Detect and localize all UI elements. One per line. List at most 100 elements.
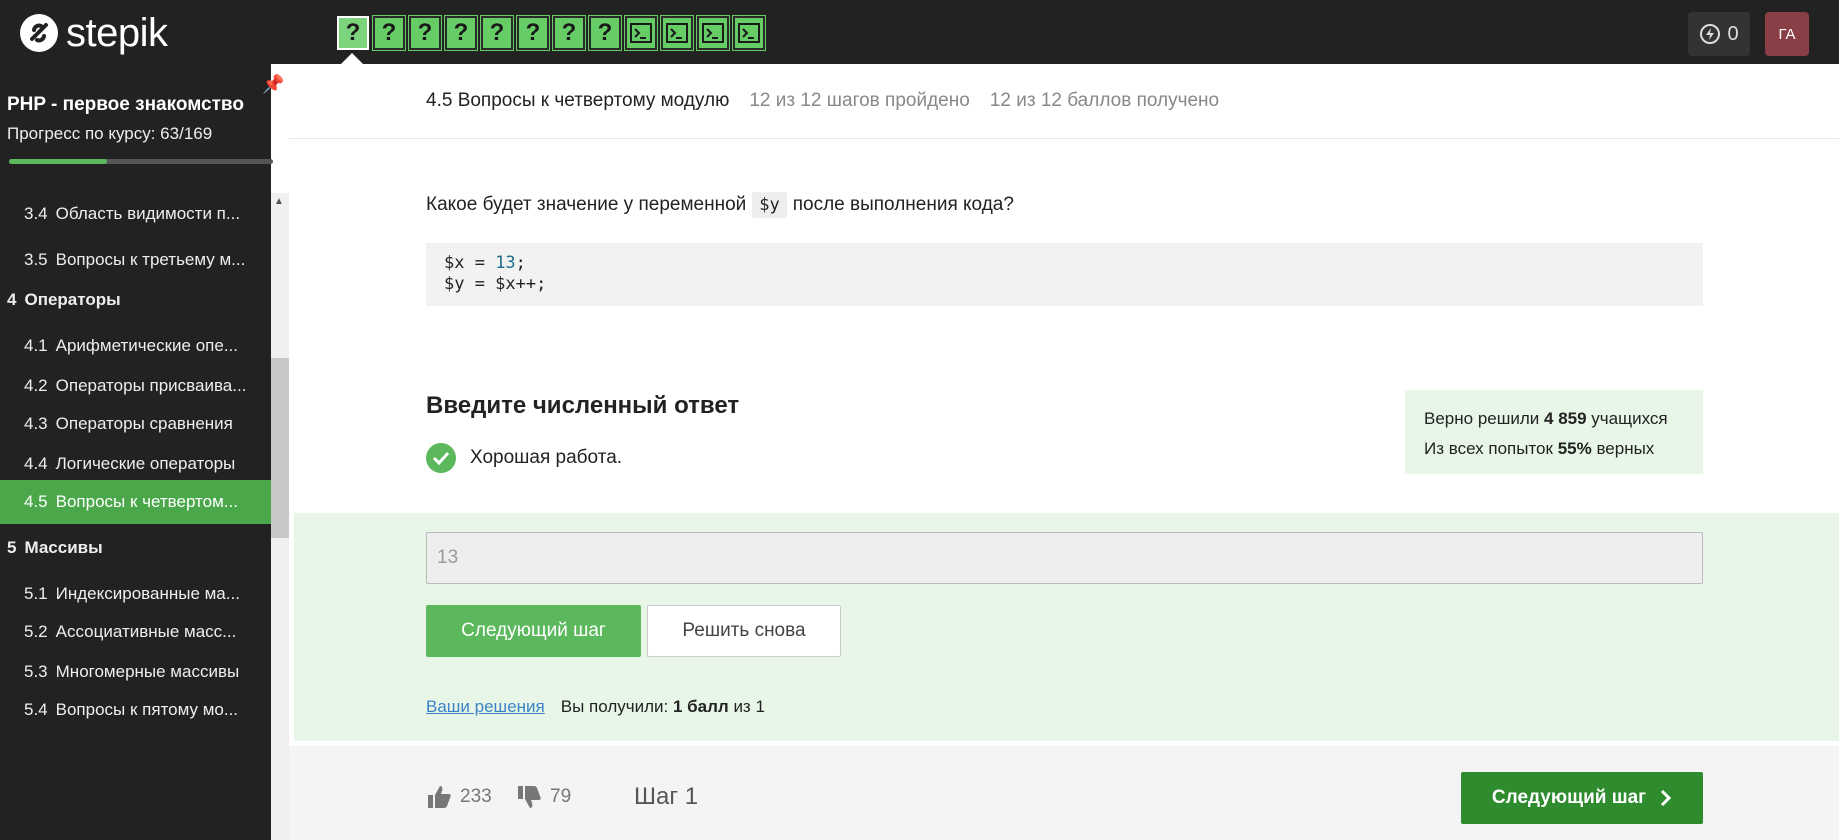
sidebar-item-3-4[interactable]: 3.4 Область видимости п... [0, 192, 271, 236]
terminal-icon [630, 23, 652, 43]
step-code-10[interactable] [660, 15, 694, 51]
course-progress-label: Прогресс по курсу: 63/169 [7, 124, 213, 143]
sidebar-item-5-2[interactable]: 5.2 Ассоциативные масс... [0, 610, 271, 654]
sidebar-item-label: Область видимости п... [55, 204, 241, 223]
sidebar-item-number: 3.5 [24, 250, 48, 269]
scrollbar-thumb[interactable] [271, 358, 289, 538]
inline-code-var: $y [752, 192, 787, 218]
code-block: $x = 13; $y = $x++; [426, 243, 1703, 306]
energy-button[interactable]: 0 [1688, 12, 1750, 56]
stats-line-attempts: Из всех попыток 55% верных [1424, 434, 1684, 464]
sidebar-item-number: 5 [7, 538, 17, 557]
your-solutions-link[interactable]: Ваши решения [426, 697, 545, 717]
sidebar-item-label: Вопросы к пятому мо... [55, 700, 239, 719]
sidebar-item-number: 4.3 [24, 414, 48, 433]
pin-icon[interactable]: 📌 [262, 74, 284, 95]
sidebar-item-number: 4.1 [24, 336, 48, 355]
stats-line1-prefix: Верно решили [1424, 409, 1540, 428]
course-progress-bar [9, 159, 273, 164]
thumbs-down-icon [518, 786, 541, 808]
solve-again-button[interactable]: Решить снова [647, 605, 841, 657]
like-button[interactable]: 233 [426, 784, 492, 810]
sidebar-section-5[interactable]: 5 Массивы [0, 526, 271, 570]
logo[interactable]: stepik [18, 12, 168, 54]
sidebar-item-label: Операторы сравнения [55, 414, 233, 433]
sidebar-item-label: Вопросы к третьему м... [55, 250, 246, 269]
sidebar-item-5-4[interactable]: 5.4 Вопросы к пятому мо... [0, 688, 271, 732]
stats-line1-suffix: учащихся [1591, 409, 1668, 428]
steps-done: 12 из 12 шагов пройдено [749, 90, 970, 111]
code-line2: $y = $x++; [444, 274, 547, 294]
stats-solvers-count: 4 859 [1544, 409, 1587, 428]
course-sidebar: PHP - первое знакомство 📌 Прогресс по ку… [0, 64, 284, 840]
step-quiz-1[interactable]: ? [337, 16, 369, 50]
course-title[interactable]: PHP - первое знакомство [7, 94, 244, 116]
step-navigation: ???????? [337, 15, 766, 51]
likes-count: 233 [460, 786, 492, 807]
sidebar-item-label: Вопросы к четвертом... [55, 492, 238, 511]
sidebar-section-4[interactable]: 4 Операторы [0, 278, 271, 322]
score-value: 1 балл [672, 697, 729, 716]
stepik-logo-icon [20, 14, 58, 52]
question-after: после выполнения кода? [792, 194, 1014, 215]
sidebar-scrollbar[interactable]: ▲ [271, 193, 289, 840]
dislikes-count: 79 [550, 786, 572, 807]
question-before: Какое будет значение у переменной [426, 194, 747, 215]
sidebar-item-number: 4.2 [24, 376, 48, 395]
score-prefix: Вы получили: [560, 697, 669, 716]
sidebar-item-number: 5.4 [24, 700, 48, 719]
sidebar-item-number: 4 [7, 290, 17, 309]
sidebar-item-4-5[interactable]: 4.5 Вопросы к четвертом... [0, 480, 271, 524]
sidebar-item-number: 5.2 [24, 622, 48, 641]
dislike-button[interactable]: 79 [516, 784, 571, 810]
points-earned: 12 из 12 баллов получено [989, 90, 1220, 111]
sidebar-item-label: Индексированные ма... [55, 584, 240, 603]
code-line1-number: 13 [495, 253, 516, 273]
step-code-9[interactable] [624, 15, 658, 51]
lesson-list: 3.4 Область видимости п... 3.5 Вопросы к тр… [0, 192, 271, 840]
course-progress-fill [9, 159, 108, 164]
question-text: Какое будет значение у переменной $y пос… [426, 192, 1014, 218]
footer-next-step-button[interactable]: Следующий шаг [1461, 772, 1703, 824]
result-line: Ваши решения Вы получили: 1 балл из 1 [426, 697, 765, 717]
scroll-up-icon[interactable]: ▲ [274, 196, 284, 207]
terminal-icon [702, 23, 724, 43]
stats-correct-percent: 55% [1557, 439, 1592, 458]
sidebar-item-number: 5.3 [24, 662, 48, 681]
code-line1-suffix: ; [515, 253, 526, 273]
logo-text: stepik [66, 11, 168, 55]
step-code-12[interactable] [732, 15, 766, 51]
next-step-button[interactable]: Следующий шаг [426, 605, 641, 657]
answer-input[interactable] [426, 532, 1703, 584]
sidebar-item-label: Массивы [24, 538, 103, 557]
solve-stats: Верно решили 4 859 учащихся Из всех попы… [1405, 390, 1703, 474]
code-line1-prefix: $x = [444, 253, 496, 273]
step-quiz-7[interactable]: ? [552, 15, 586, 51]
step-quiz-8[interactable]: ? [588, 15, 622, 51]
step-quiz-6[interactable]: ? [516, 15, 550, 51]
check-icon [426, 443, 456, 473]
sidebar-item-number: 4.4 [24, 454, 48, 473]
sidebar-item-label: Ассоциативные масс... [55, 622, 237, 641]
lesson-title: 4.5 Вопросы к четвертому модулю [426, 90, 730, 111]
sidebar-item-3-5[interactable]: 3.5 Вопросы к третьему м... [0, 238, 271, 282]
step-quiz-3[interactable]: ? [408, 15, 442, 51]
step-label: Шаг 1 [634, 783, 699, 810]
sidebar-item-number: 3.4 [24, 204, 48, 223]
answer-title: Введите численный ответ [426, 392, 740, 419]
score-suffix: из 1 [733, 697, 765, 716]
avatar[interactable]: ГА [1765, 12, 1809, 56]
chevron-right-icon [1661, 789, 1672, 807]
lesson-header: 4.5 Вопросы к четвертому модулю 12 из 12… [289, 64, 1839, 139]
stats-line2-prefix: Из всех попыток [1424, 439, 1553, 458]
sidebar-item-label: Логические операторы [55, 454, 236, 473]
step-quiz-4[interactable]: ? [444, 15, 478, 51]
step-quiz-5[interactable]: ? [480, 15, 514, 51]
step-quiz-2[interactable]: ? [372, 15, 406, 51]
step-code-11[interactable] [696, 15, 730, 51]
sidebar-item-4-1[interactable]: 4.1 Арифметические опе... [0, 324, 271, 368]
sidebar-item-4-3[interactable]: 4.3 Операторы сравнения [0, 402, 271, 446]
sidebar-item-label: Арифметические опе... [55, 336, 238, 355]
stats-line-solvers: Верно решили 4 859 учащихся [1424, 404, 1684, 434]
sidebar-item-number: 4.5 [24, 492, 48, 511]
